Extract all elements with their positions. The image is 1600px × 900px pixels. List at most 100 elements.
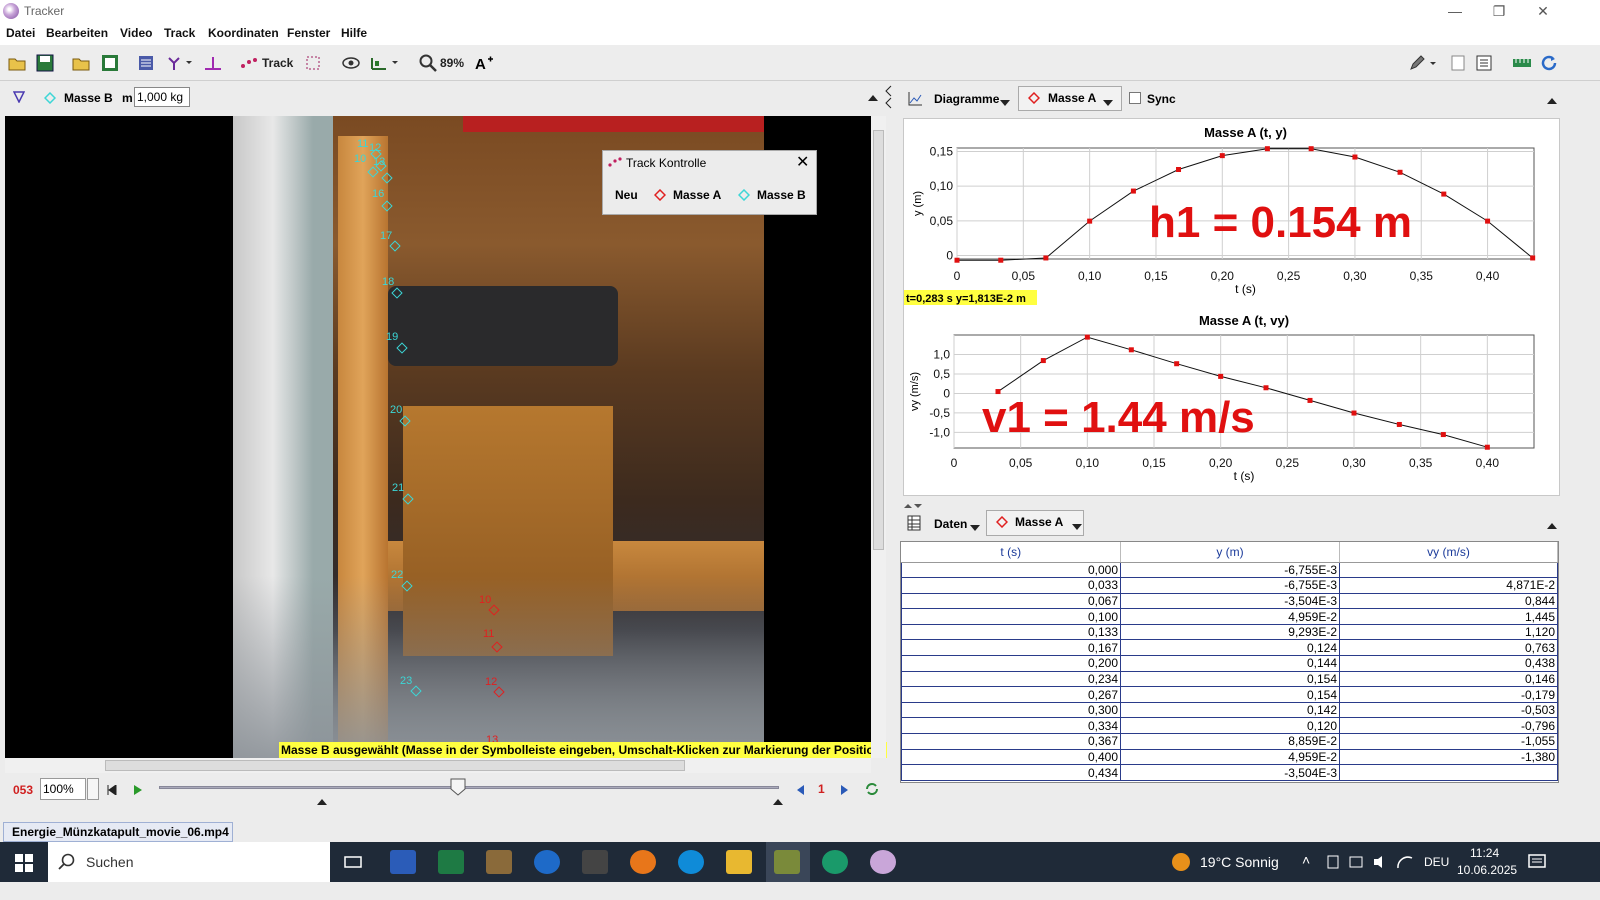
- table-track-name[interactable]: Masse A: [1015, 515, 1063, 529]
- cell-t[interactable]: 0,000: [901, 561, 1121, 579]
- axes-icon[interactable]: [166, 55, 192, 74]
- loop-icon[interactable]: [865, 782, 879, 799]
- cell-vy[interactable]: 0,146: [1339, 670, 1558, 688]
- minimize-button[interactable]: —: [1432, 1, 1478, 21]
- table-row[interactable]: 0,000 -6,755E-3: [901, 561, 1558, 579]
- table-row[interactable]: 0,067 -3,504E-3 0,844: [901, 592, 1558, 610]
- cell-y[interactable]: 0,120: [1120, 717, 1340, 735]
- close-button[interactable]: ✕: [1520, 1, 1566, 21]
- app-icon[interactable]: [774, 850, 800, 874]
- footprint-icon[interactable]: [370, 55, 398, 74]
- menu-hilfe[interactable]: Hilfe: [341, 26, 367, 40]
- cell-t[interactable]: 0,400: [901, 748, 1121, 766]
- open-video-icon[interactable]: [72, 55, 90, 74]
- cell-y[interactable]: -6,755E-3: [1120, 577, 1340, 594]
- plot-track-name[interactable]: Masse A: [1048, 91, 1096, 105]
- pencil-icon[interactable]: [1408, 54, 1438, 75]
- video-horizontal-scrollbar[interactable]: [5, 758, 871, 773]
- cell-y[interactable]: -6,755E-3: [1120, 561, 1340, 579]
- table-row[interactable]: 0,133 9,293E-2 1,120: [901, 623, 1558, 641]
- start-marker-icon[interactable]: [317, 794, 327, 808]
- track-button[interactable]: Track: [262, 53, 293, 73]
- cell-vy[interactable]: 1,445: [1339, 608, 1558, 625]
- app-icon[interactable]: [582, 850, 608, 874]
- table-row[interactable]: 0,367 8,859E-2 -1,055: [901, 733, 1558, 750]
- mass-input[interactable]: [134, 87, 190, 107]
- cell-t[interactable]: 0,167: [901, 639, 1121, 657]
- cell-vy[interactable]: 0,763: [1339, 639, 1558, 657]
- zoom-level[interactable]: 89%: [440, 53, 464, 73]
- calibration-icon[interactable]: [204, 55, 222, 74]
- info-icon[interactable]: [1476, 55, 1492, 74]
- language-indicator[interactable]: DEU: [1424, 855, 1449, 869]
- cell-vy[interactable]: -0,796: [1339, 717, 1558, 735]
- cell-t[interactable]: 0,434: [901, 764, 1121, 781]
- cell-t[interactable]: 0,067: [901, 592, 1121, 610]
- open-icon[interactable]: [8, 55, 26, 74]
- table-row[interactable]: 0,334 0,120 -0,796: [901, 717, 1558, 735]
- cell-y[interactable]: 0,124: [1120, 639, 1340, 657]
- cell-t[interactable]: 0,234: [901, 670, 1121, 688]
- table-row[interactable]: 0,167 0,124 0,763: [901, 639, 1558, 657]
- end-marker-icon[interactable]: [773, 794, 783, 808]
- plots-area[interactable]: 0 0,05 0,10 0,15 0,20 0,25 0,30 0,35 0,40 0 0,05 0,…: [903, 118, 1560, 496]
- cell-y[interactable]: 4,959E-2: [1120, 748, 1340, 766]
- menu-bearbeiten[interactable]: Bearbeiten: [46, 26, 108, 40]
- table-row[interactable]: 0,200 0,144 0,438: [901, 655, 1558, 672]
- new-track-button[interactable]: Neu: [615, 188, 638, 202]
- close-icon[interactable]: ✕: [796, 152, 809, 172]
- video-vertical-scrollbar[interactable]: [871, 116, 886, 758]
- menu-koordinaten[interactable]: Koordinaten: [208, 26, 279, 40]
- cell-y[interactable]: 4,959E-2: [1120, 608, 1340, 625]
- menu-video[interactable]: Video: [120, 26, 152, 40]
- cell-vy[interactable]: 1,120: [1339, 623, 1558, 641]
- table-row[interactable]: 0,300 0,142 -0,503: [901, 701, 1558, 719]
- plots-menu[interactable]: Diagramme: [934, 92, 999, 106]
- cell-y[interactable]: 0,142: [1120, 701, 1340, 719]
- cell-y[interactable]: -3,504E-3: [1120, 592, 1340, 610]
- cell-y[interactable]: 0,154: [1120, 670, 1340, 688]
- excel-icon[interactable]: [438, 850, 464, 874]
- collapse-up-icon[interactable]: [1547, 519, 1557, 533]
- menu-datei[interactable]: Datei: [6, 26, 35, 40]
- sync-checkbox[interactable]: [1129, 92, 1141, 104]
- chevron-down-icon[interactable]: [1072, 519, 1082, 533]
- app-icon[interactable]: [822, 850, 848, 874]
- windows-start-icon[interactable]: [15, 854, 33, 875]
- file-explorer-icon[interactable]: [726, 850, 752, 874]
- collapse-up-icon[interactable]: [1547, 94, 1557, 108]
- table-row[interactable]: 0,400 4,959E-2 -1,380: [901, 748, 1558, 766]
- table-row[interactable]: 0,033 -6,755E-3 4,871E-2: [901, 577, 1558, 594]
- cell-vy[interactable]: 0,438: [1339, 655, 1558, 672]
- step-size[interactable]: 1: [818, 782, 825, 796]
- save-icon[interactable]: [36, 54, 54, 75]
- step-back-icon[interactable]: [795, 784, 805, 798]
- cell-vy[interactable]: 0,844: [1339, 592, 1558, 610]
- data-menu[interactable]: Daten: [934, 517, 967, 531]
- weather-text[interactable]: 19°C Sonnig: [1200, 854, 1279, 870]
- video-file-tab[interactable]: Energie_Münzkatapult_movie_06.mp4: [3, 822, 233, 842]
- table-row[interactable]: 0,434 -3,504E-3: [901, 764, 1558, 781]
- internet-explorer-icon[interactable]: [534, 850, 560, 874]
- cell-y[interactable]: 9,293E-2: [1120, 623, 1340, 641]
- split-arrows-icon[interactable]: [885, 85, 893, 112]
- table-row[interactable]: 0,267 0,154 -0,179: [901, 686, 1558, 703]
- cell-vy[interactable]: 4,871E-2: [1339, 577, 1558, 594]
- track-a-button[interactable]: Masse A: [673, 188, 721, 202]
- cell-vy[interactable]: -1,055: [1339, 733, 1558, 750]
- step-forward-icon[interactable]: [840, 784, 850, 798]
- track-name[interactable]: Masse B: [64, 91, 113, 105]
- cell-y[interactable]: 0,144: [1120, 655, 1340, 672]
- clock-date[interactable]: 10.06.2025: [1457, 863, 1517, 877]
- cell-vy[interactable]: -1,380: [1339, 748, 1558, 766]
- edge-icon[interactable]: [678, 850, 704, 874]
- chevron-down-icon[interactable]: [970, 520, 980, 534]
- tray-icons[interactable]: [1326, 854, 1416, 873]
- weather-icon[interactable]: [1172, 853, 1190, 871]
- table-row[interactable]: 0,100 4,959E-2 1,445: [901, 608, 1558, 625]
- cell-t[interactable]: 0,033: [901, 577, 1121, 594]
- column-header-y[interactable]: y (m): [1120, 542, 1340, 563]
- tracker-app-icon[interactable]: [870, 850, 896, 874]
- cell-t[interactable]: 0,267: [901, 686, 1121, 703]
- rate-spinner[interactable]: [87, 778, 99, 800]
